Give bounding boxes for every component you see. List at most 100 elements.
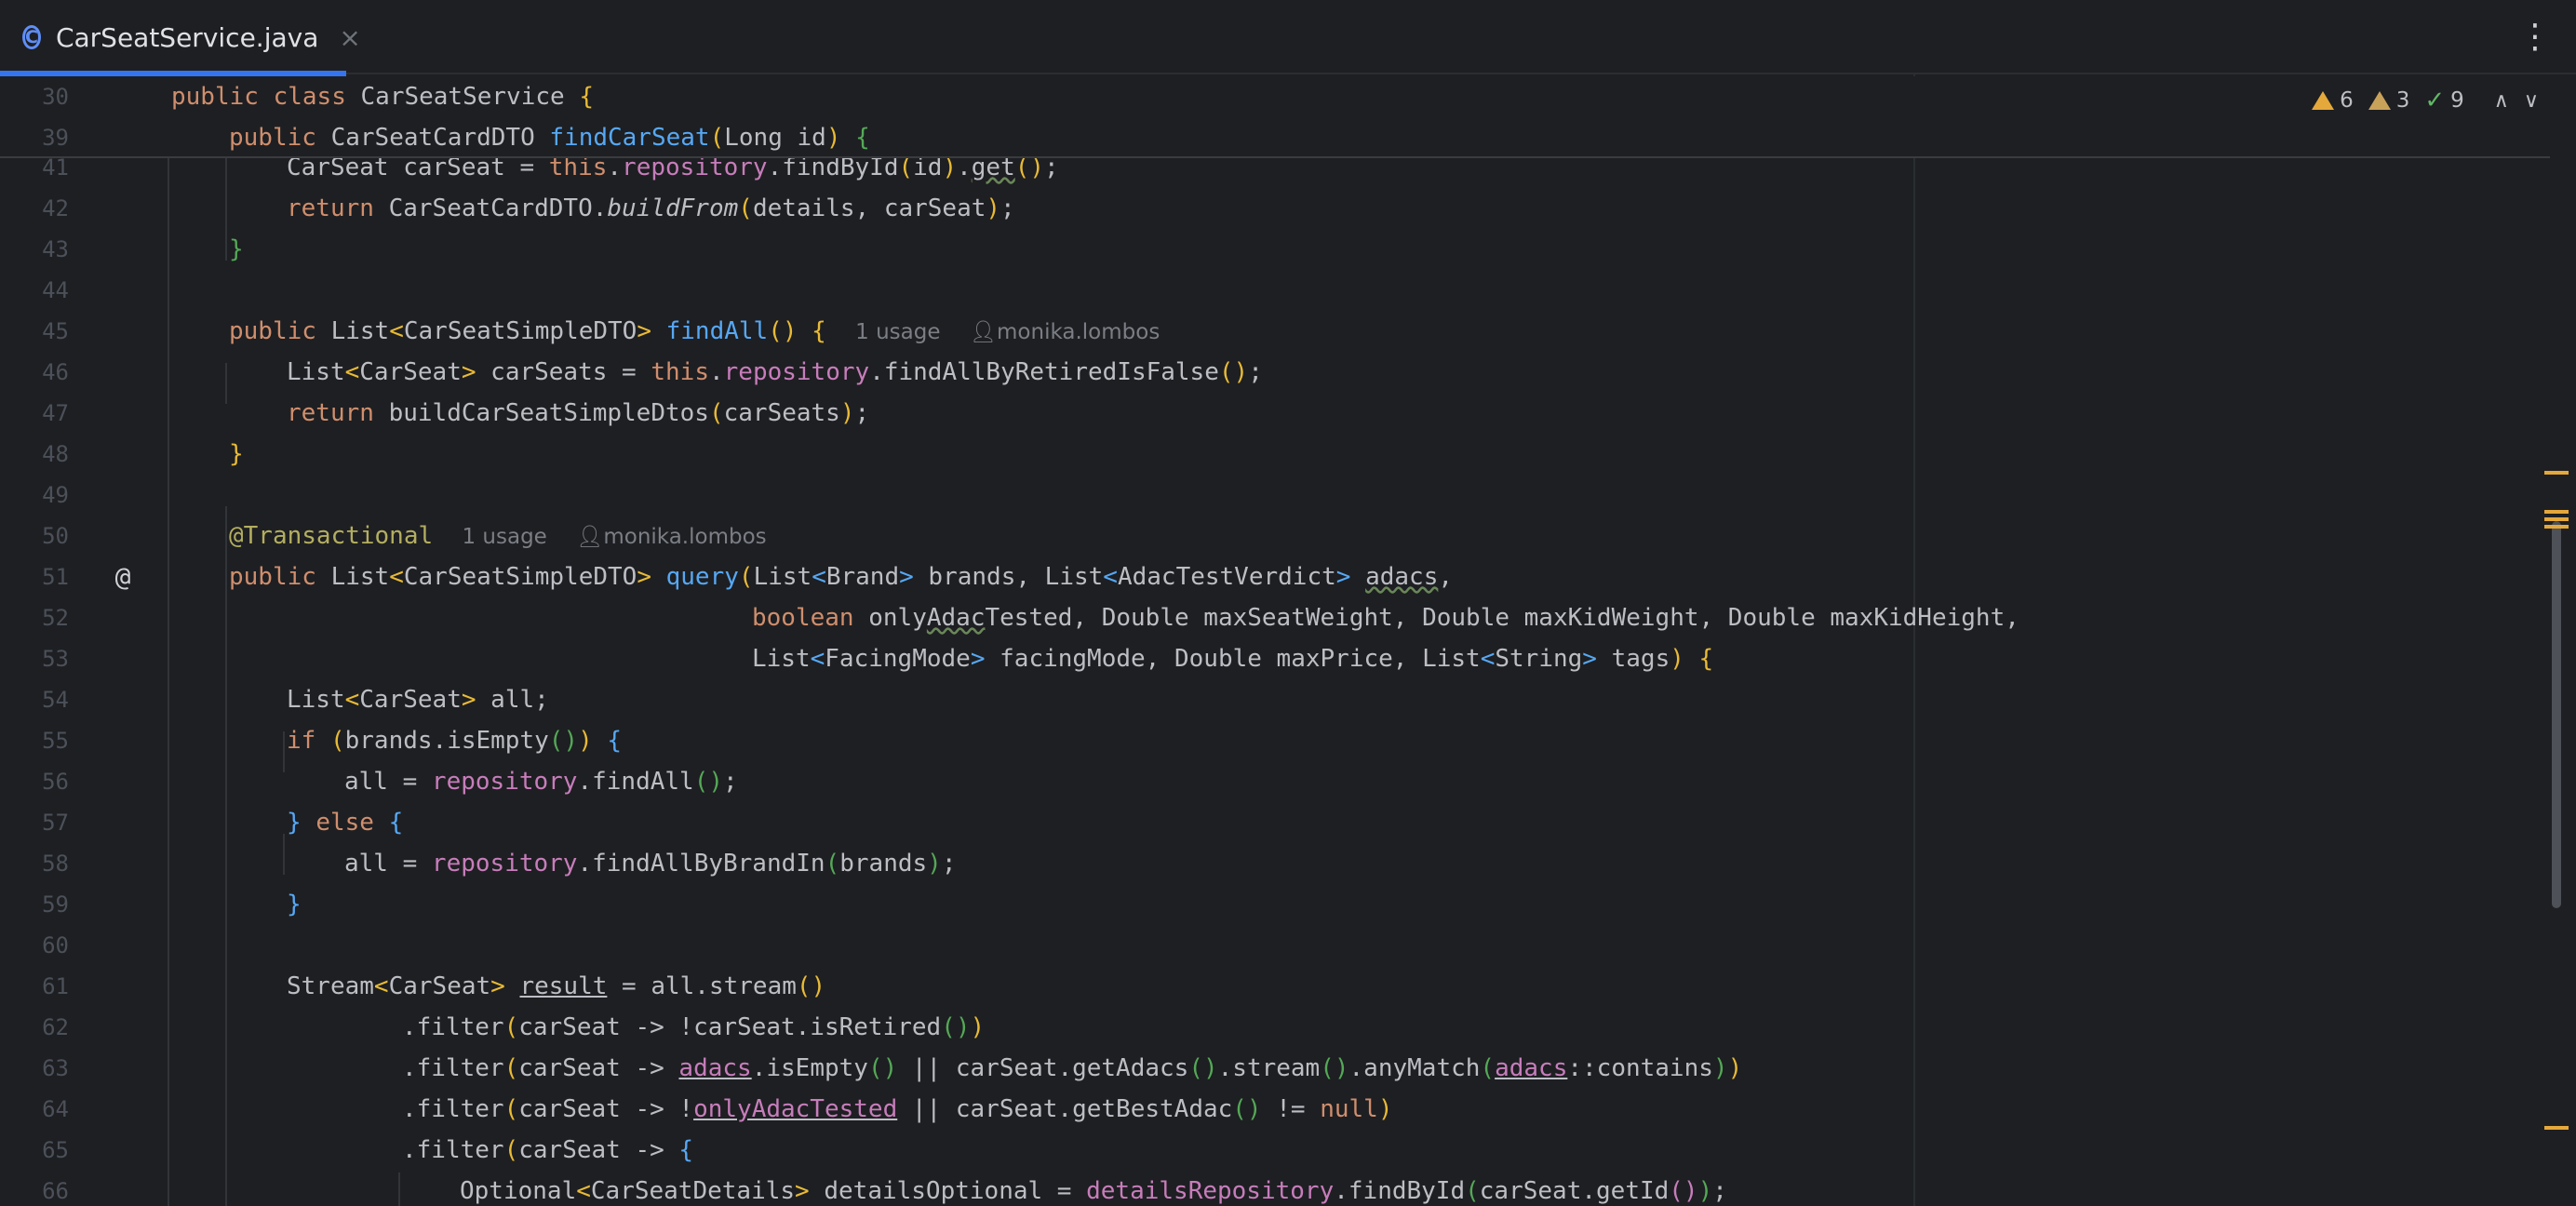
code-line: } [229, 235, 244, 263]
code-line: if (brands.isEmpty()) { [287, 727, 623, 755]
code-line-row[interactable]: 52 boolean onlyAdacTested, Double maxSea… [0, 597, 2550, 638]
line-number: 60 [42, 932, 69, 958]
ide-editor-window: C CarSeatService.java × ⋮ 6 3 ✓ 9 ∧ ∨ 30… [0, 0, 2576, 1206]
code-line: public CarSeatCardDTO findCarSeat(Long i… [229, 124, 870, 152]
code-line-row[interactable]: 55 if (brands.isEmpty()) { [0, 720, 2550, 761]
code-line-row[interactable]: 54 List<CarSeat> all; [0, 679, 2550, 720]
weak-warning-icon [2368, 91, 2391, 110]
code-editor[interactable]: 41 CarSeat carSeat = this.repository.fin… [0, 158, 2550, 1206]
code-line: all = repository.findAllByBrandIn(brands… [344, 850, 957, 878]
code-line-row[interactable]: 42 return CarSeatCardDTO.buildFrom(detai… [0, 188, 2550, 229]
usages-hint[interactable]: 1 usage [462, 525, 546, 549]
code-line-row[interactable]: 57 } else { [0, 802, 2550, 843]
next-highlight-icon[interactable]: ∨ [2524, 89, 2539, 113]
code-line-row[interactable]: 46 List<CarSeat> carSeats = this.reposit… [0, 352, 2550, 393]
line-number: 62 [42, 1014, 69, 1040]
vertical-scrollbar-thumb[interactable] [2552, 521, 2561, 908]
code-line-row[interactable]: 41 CarSeat carSeat = this.repository.fin… [0, 158, 2550, 188]
code-line: } else { [287, 809, 404, 837]
code-line: .filter(carSeat -> adacs.isEmpty() || ca… [402, 1054, 1743, 1082]
sticky-lines-header: 30 public class CarSeatService { 39 publ… [0, 76, 2550, 158]
code-line: boolean onlyAdacTested, Double maxSeatWe… [752, 604, 2019, 632]
line-number: 47 [42, 400, 69, 426]
warning-stripe-mark[interactable] [2544, 510, 2569, 514]
code-line-row[interactable]: 61 Stream<CarSeat> result = all.stream() [0, 966, 2550, 1007]
code-line: all = repository.findAll(); [344, 768, 738, 796]
inspections-widget[interactable]: 6 3 ✓ 9 ∧ ∨ [2312, 84, 2539, 117]
code-line-row[interactable]: 65 .filter(carSeat -> { [0, 1130, 2550, 1171]
line-number: 41 [42, 158, 69, 181]
previous-highlight-icon[interactable]: ∧ [2494, 89, 2509, 113]
weak-warnings-count[interactable]: 3 [2368, 88, 2410, 113]
line-number: 53 [42, 646, 69, 672]
code-line-row[interactable]: 64 .filter(carSeat -> !onlyAdacTested ||… [0, 1089, 2550, 1130]
line-number: 51 [42, 564, 69, 590]
warning-stripe-mark[interactable] [2544, 517, 2569, 521]
code-line-row[interactable]: 53 List<FacingMode> facingMode, Double m… [0, 638, 2550, 679]
line-number: 54 [42, 687, 69, 713]
code-line: public List<CarSeatSimpleDTO> query(List… [229, 563, 1454, 591]
code-line-row[interactable]: 45 public List<CarSeatSimpleDTO> findAll… [0, 311, 2550, 352]
user-icon: 👤︎ [969, 320, 998, 344]
code-line: .filter(carSeat -> !onlyAdacTested || ca… [402, 1095, 1393, 1123]
java-class-icon: C [22, 25, 41, 49]
code-line-row[interactable]: 60 [0, 925, 2550, 966]
code-line: .filter(carSeat -> !carSeat.isRetired()) [402, 1013, 986, 1041]
line-number: 49 [42, 482, 69, 508]
line-number: 56 [42, 769, 69, 795]
code-line-row[interactable]: 48 } [0, 434, 2550, 475]
author-hint[interactable]: 👤︎monika.lombos [970, 320, 1161, 344]
code-line-row[interactable]: 47 return buildCarSeatSimpleDtos(carSeat… [0, 393, 2550, 434]
code-line-row[interactable]: 63 .filter(carSeat -> adacs.isEmpty() ||… [0, 1048, 2550, 1089]
close-tab-icon[interactable]: × [339, 22, 360, 53]
code-line: List<FacingMode> facingMode, Double maxP… [752, 645, 1714, 673]
line-number: 45 [42, 318, 69, 344]
annotation-gutter-icon[interactable]: @ [108, 556, 138, 597]
warning-stripe-mark[interactable] [2544, 1126, 2569, 1130]
code-line-row[interactable]: 56 all = repository.findAll(); [0, 761, 2550, 802]
code-line: } [287, 891, 302, 918]
warning-stripe-mark[interactable] [2544, 525, 2569, 529]
line-number: 55 [42, 728, 69, 754]
code-line-row[interactable]: 59 } [0, 884, 2550, 925]
code-line: List<CarSeat> carSeats = this.repository… [287, 358, 1263, 386]
code-line-row[interactable]: 50 @Transactional 1 usage 👤︎monika.lombo… [0, 516, 2550, 556]
warnings-count-value: 6 [2340, 88, 2354, 113]
code-line-row[interactable]: 49 [0, 475, 2550, 516]
code-line-row[interactable]: 43 } [0, 229, 2550, 270]
code-line: @Transactional 1 usage 👤︎monika.lombos [229, 522, 767, 550]
warning-icon [2312, 91, 2335, 110]
line-number: 57 [42, 810, 69, 836]
code-line: List<CarSeat> all; [287, 686, 549, 714]
typos-count[interactable]: ✓ 9 [2424, 87, 2463, 114]
code-line-row[interactable]: 58 all = repository.findAllByBrandIn(bra… [0, 843, 2550, 884]
code-line-row[interactable]: 44 [0, 270, 2550, 311]
weak-warnings-count-value: 3 [2395, 88, 2410, 113]
line-number: 39 [42, 125, 69, 151]
line-number: 63 [42, 1055, 69, 1081]
code-line: Stream<CarSeat> result = all.stream() [287, 972, 826, 1000]
typos-count-value: 9 [2450, 88, 2464, 113]
code-line: } [229, 440, 244, 468]
usages-hint[interactable]: 1 usage [855, 320, 940, 344]
code-line-row[interactable]: 51 @ public List<CarSeatSimpleDTO> query… [0, 556, 2550, 597]
sticky-line[interactable]: 39 public CarSeatCardDTO findCarSeat(Lon… [0, 117, 2550, 158]
warning-stripe-mark[interactable] [2544, 471, 2569, 475]
more-options-icon[interactable]: ⋮ [2518, 17, 2552, 58]
code-line: .filter(carSeat -> { [402, 1136, 694, 1164]
warnings-count[interactable]: 6 [2312, 88, 2354, 113]
code-line: Optional<CarSeatDetails> detailsOptional… [460, 1177, 1727, 1205]
code-line-row[interactable]: 62 .filter(carSeat -> !carSeat.isRetired… [0, 1007, 2550, 1048]
author-hint[interactable]: 👤︎monika.lombos [576, 525, 767, 549]
code-line: return buildCarSeatSimpleDtos(carSeats); [287, 399, 870, 427]
editor-tab-bar: C CarSeatService.java × ⋮ [0, 0, 2576, 76]
line-number: 64 [42, 1096, 69, 1122]
line-number: 61 [42, 973, 69, 999]
code-line: return CarSeatCardDTO.buildFrom(details,… [287, 194, 1015, 222]
line-number: 44 [42, 277, 69, 303]
line-number: 59 [42, 891, 69, 918]
tab-carseatservice[interactable]: C CarSeatService.java × [0, 0, 361, 76]
code-line-row[interactable]: 66 Optional<CarSeatDetails> detailsOptio… [0, 1171, 2550, 1206]
sticky-line[interactable]: 30 public class CarSeatService { [0, 76, 2550, 117]
line-number: 52 [42, 605, 69, 631]
